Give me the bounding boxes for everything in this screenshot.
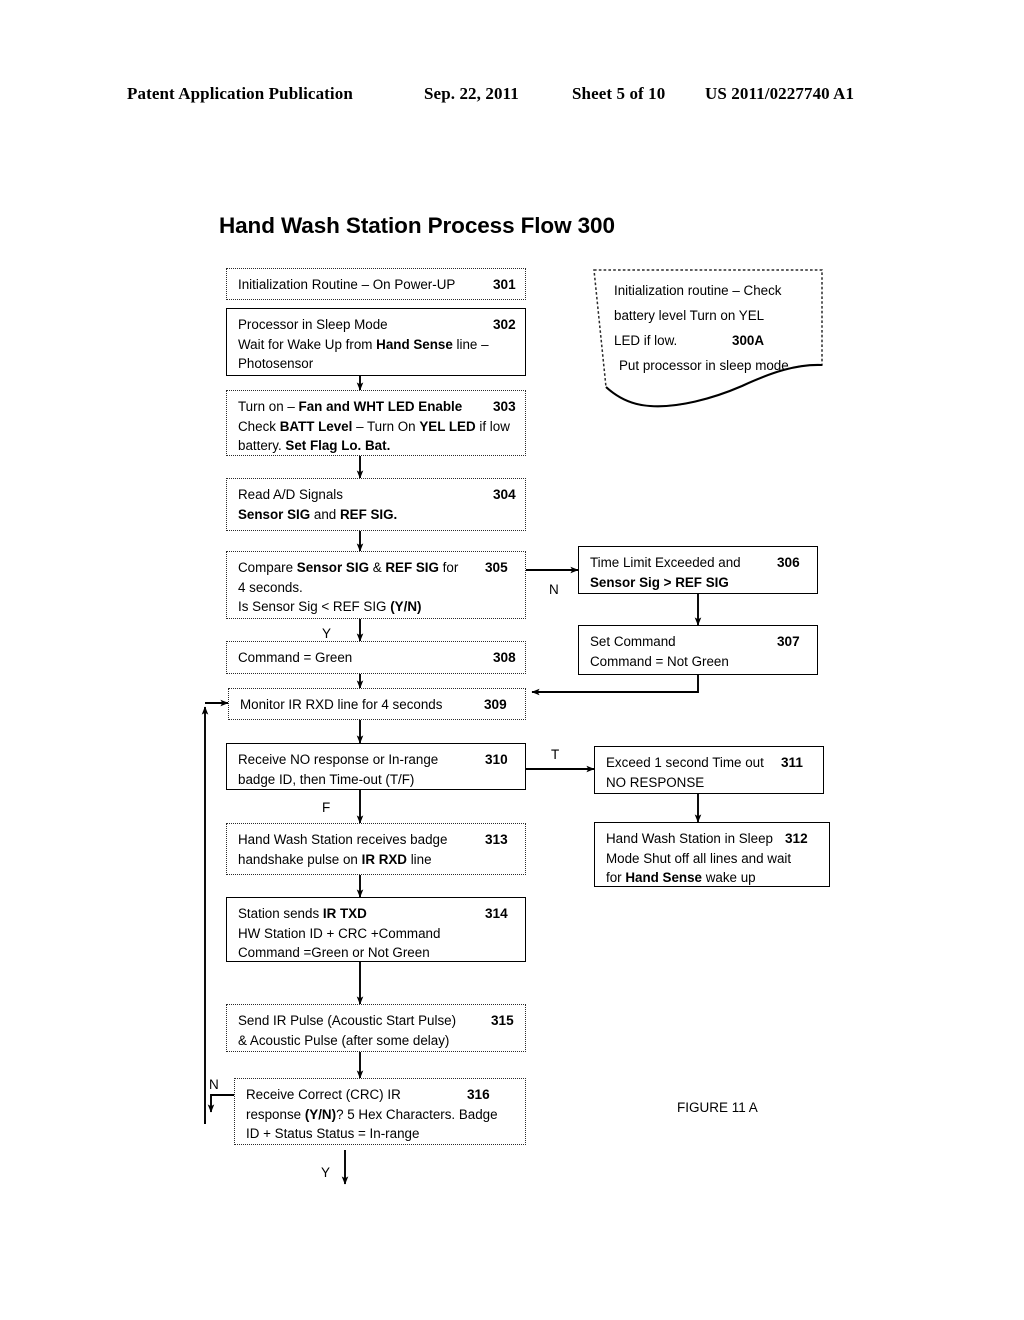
- box-312-line-2: Mode Shut off all lines and wait: [606, 850, 792, 866]
- box-305-line-1: Compare Sensor SIG & REF SIG for: [238, 560, 459, 575]
- box-303-line-3: battery. Set Flag Lo. Bat.: [238, 438, 391, 453]
- box-311-line-2: NO RESPONSE: [606, 774, 705, 790]
- box-302-line-3: Photosensor: [238, 356, 314, 371]
- header-date: Sep. 22, 2011: [424, 84, 519, 103]
- box-305-ref-number: 305: [485, 560, 508, 575]
- box-316-line-2: response (Y/N)? 5 Hex Characters. Badge: [246, 1106, 498, 1122]
- edge-label-n-316-loop: N: [209, 1077, 219, 1092]
- note-300a-line-3: LED if low.: [614, 333, 678, 348]
- box-316-receive-correct-crc: Receive Correct (CRC) IR response (Y/N)?…: [234, 1078, 526, 1145]
- box-308-command-green: Command = Green 308: [226, 641, 526, 674]
- box-307-line-1: Set Command: [590, 634, 676, 649]
- box-305-line-2: 4 seconds.: [238, 579, 303, 595]
- note-300a-line-1: Initialization routine – Check: [614, 283, 782, 298]
- box-312-line-3: for Hand Sense wake up: [606, 870, 756, 885]
- box-307-ref-number: 307: [777, 634, 800, 649]
- box-302-line-1: Processor in Sleep Mode: [238, 317, 388, 332]
- box-312-ref-number: 312: [785, 831, 808, 846]
- box-301-initialization-routine: Initialization Routine – On Power-UP 301: [226, 268, 526, 300]
- box-303-line-1: Turn on – Fan and WHT LED Enable: [238, 399, 463, 414]
- box-304-line-2: Sensor SIG and REF SIG.: [238, 506, 398, 522]
- box-306-time-limit-exceeded: Time Limit Exceeded and Sensor Sig > REF…: [578, 546, 818, 594]
- box-302-processor-sleep-mode: Processor in Sleep Mode Wait for Wake Up…: [226, 308, 526, 376]
- box-306-line-1: Time Limit Exceeded and: [590, 555, 741, 570]
- box-307-line-2: Command = Not Green: [590, 653, 729, 669]
- box-315-ref-number: 315: [491, 1013, 514, 1028]
- note-300a-initialization-detail: Initialization routine – Check battery l…: [592, 268, 824, 410]
- box-302-ref-number: 302: [493, 317, 516, 332]
- edge-label-y-316-out: Y: [321, 1165, 331, 1180]
- figure-title: Hand Wash Station Process Flow 300: [219, 213, 615, 238]
- box-314-line-3: Command =Green or Not Green: [238, 945, 430, 960]
- box-315-line-1: Send IR Pulse (Acoustic Start Pulse): [238, 1013, 457, 1028]
- box-314-ref-number: 314: [485, 906, 508, 921]
- box-312-station-sleep-mode: Hand Wash Station in Sleep Mode Shut off…: [594, 822, 830, 887]
- box-315-send-ir-pulse: Send IR Pulse (Acoustic Start Pulse) & A…: [226, 1004, 526, 1052]
- header-publication: Patent Application Publication: [127, 84, 353, 103]
- box-313-line-2: handshake pulse on IR RXD line: [238, 851, 432, 867]
- box-314-line-1: Station sends IR TXD: [238, 906, 367, 921]
- box-310-line-1: Receive NO response or In-range: [238, 752, 439, 767]
- box-309-ref-number: 309: [484, 697, 507, 712]
- box-304-ref-number: 304: [493, 487, 516, 502]
- edge-label-f-310-313: F: [322, 800, 331, 815]
- note-300a-line-2: battery level Turn on YEL: [614, 308, 765, 323]
- patent-figure-page: Patent Application Publication Sep. 22, …: [0, 0, 1024, 1320]
- box-302-line-2: Wait for Wake Up from Hand Sense line –: [238, 336, 489, 352]
- box-305-compare-sensor-ref: Compare Sensor SIG & REF SIG for 4 secon…: [226, 551, 526, 619]
- box-309-line-1: Monitor IR RXD line for 4 seconds: [240, 697, 443, 712]
- box-310-receive-no-response: Receive NO response or In-range badge ID…: [226, 743, 526, 790]
- box-314-station-sends-ir-txd: Station sends IR TXD HW Station ID + CRC…: [226, 897, 526, 962]
- edge-label-y-305-308: Y: [322, 626, 332, 641]
- box-310-line-2: badge ID, then Time-out (T/F): [238, 771, 415, 787]
- box-303-ref-number: 303: [493, 399, 516, 414]
- note-300a-line-4: Put processor in sleep mode: [619, 358, 789, 373]
- box-309-monitor-ir-rxd: Monitor IR RXD line for 4 seconds 309: [228, 688, 526, 720]
- box-303-turn-on-fan-led: Turn on – Fan and WHT LED Enable Check B…: [226, 390, 526, 456]
- box-308-ref-number: 308: [493, 650, 516, 665]
- box-304-read-ad-signals: Read A/D Signals Sensor SIG and REF SIG.…: [226, 478, 526, 531]
- box-311-ref-number: 311: [781, 755, 803, 770]
- header-patent-number: US 2011/0227740 A1: [705, 84, 855, 103]
- box-310-ref-number: 310: [485, 752, 508, 767]
- box-304-line-1: Read A/D Signals: [238, 487, 343, 502]
- box-313-receives-badge-handshake: Hand Wash Station receives badge handsha…: [226, 823, 526, 875]
- box-313-line-1: Hand Wash Station receives badge: [238, 832, 448, 847]
- box-308-line-1: Command = Green: [238, 650, 353, 665]
- figure-caption: FIGURE 11 A: [677, 1100, 758, 1115]
- box-307-set-command-not-green: Set Command Command = Not Green 307: [578, 625, 818, 675]
- box-301-ref-number: 301: [493, 277, 516, 292]
- box-306-line-2: Sensor Sig > REF SIG: [590, 574, 729, 590]
- header-sheet: Sheet 5 of 10: [572, 84, 666, 103]
- edge-label-n-305-306: N: [549, 582, 559, 597]
- box-314-line-2: HW Station ID + CRC +Command: [238, 925, 441, 941]
- box-303-line-2: Check BATT Level – Turn On YEL LED if lo…: [238, 418, 510, 434]
- note-300a-ref-number: 300A: [732, 333, 765, 348]
- edge-label-t-310-311: T: [551, 747, 560, 762]
- box-311-exceed-timeout: Exceed 1 second Time out NO RESPONSE 311: [594, 746, 824, 794]
- box-316-line-3: ID + Status Status = In-range: [246, 1126, 420, 1141]
- box-306-ref-number: 306: [777, 555, 800, 570]
- box-315-line-2: & Acoustic Pulse (after some delay): [238, 1032, 450, 1048]
- box-301-line-1: Initialization Routine – On Power-UP: [238, 277, 456, 292]
- box-316-ref-number: 316: [467, 1087, 490, 1102]
- box-313-ref-number: 313: [485, 832, 508, 847]
- box-305-line-3: Is Sensor Sig < REF SIG (Y/N): [238, 599, 422, 614]
